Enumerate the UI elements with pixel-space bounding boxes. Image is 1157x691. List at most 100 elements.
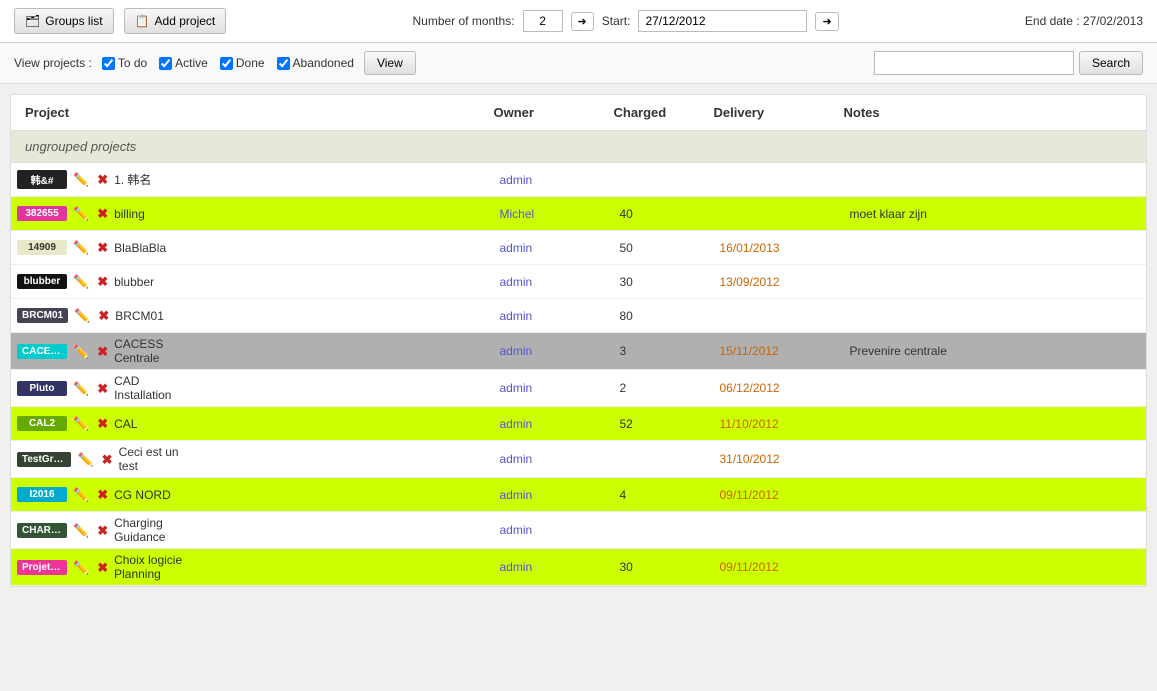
owner-cell: admin xyxy=(494,340,614,362)
project-name: billing xyxy=(114,207,145,221)
done-check[interactable]: Done xyxy=(220,56,265,70)
abandoned-check[interactable]: Abandoned xyxy=(277,56,354,70)
active-check[interactable]: Active xyxy=(159,56,208,70)
edit-button[interactable]: ✏️ xyxy=(71,417,91,430)
project-name: CAL xyxy=(114,417,137,431)
project-cell: 韩&# ✏️ ✖ 1. 韩名 xyxy=(11,166,191,193)
project-tag[interactable]: I2016 xyxy=(17,487,67,502)
project-cell: Pluto✏️✖CAD Installation xyxy=(11,370,191,406)
project-tag[interactable]: BRCM01 xyxy=(17,308,68,323)
charged-cell: 40 xyxy=(614,203,714,225)
project-name: CG NORD xyxy=(114,488,171,502)
edit-button[interactable]: ✏️ xyxy=(71,524,91,537)
delete-button[interactable]: ✖ xyxy=(95,275,110,288)
project-tag[interactable]: Pluto xyxy=(17,381,67,396)
table-row: CAL2✏️✖CALadmin5211/10/2012 xyxy=(11,407,1146,441)
abandoned-checkbox[interactable] xyxy=(277,57,290,70)
owner-cell: admin xyxy=(494,448,614,470)
delete-button[interactable]: ✖ xyxy=(95,241,110,254)
project-name: 1. 韩名 xyxy=(114,171,151,188)
col-notes: Notes xyxy=(844,105,1133,120)
table-row: blubber✏️✖blubberadmin3013/09/2012 xyxy=(11,265,1146,299)
owner-cell: admin xyxy=(494,377,614,399)
done-checkbox[interactable] xyxy=(220,57,233,70)
delivery-cell: 06/12/2012 xyxy=(714,377,844,399)
delete-button[interactable]: ✖ xyxy=(95,524,110,537)
edit-button[interactable]: ✏️ xyxy=(75,453,95,466)
project-tag[interactable]: TestGroupe xyxy=(17,452,71,467)
delivery-cell: 15/11/2012 xyxy=(714,340,844,362)
project-tag[interactable]: blubber xyxy=(17,274,67,289)
project-name: blubber xyxy=(114,275,154,289)
project-name: BlaBlaBla xyxy=(114,241,166,255)
project-tag[interactable]: Projet_1_F xyxy=(17,560,67,575)
delete-button[interactable]: ✖ xyxy=(95,207,110,220)
notes-cell xyxy=(844,491,1147,499)
delivery-cell: 09/11/2012 xyxy=(714,556,844,578)
top-bar: 🗂 Groups list 📋 Add project Number of mo… xyxy=(0,0,1157,43)
todo-checkbox[interactable] xyxy=(102,57,115,70)
start-date-arrow-button[interactable]: ➜ xyxy=(815,12,838,31)
notes-cell xyxy=(844,244,1147,252)
table-body: ungrouped projects韩&#✏️✖1. 韩名admin382655… xyxy=(11,131,1146,586)
edit-button[interactable]: ✏️ xyxy=(71,382,91,395)
charged-cell: 80 xyxy=(614,305,714,327)
table-row: 382655✏️✖billingMichel40moet klaar zijn xyxy=(11,197,1146,231)
edit-button[interactable]: ✏️ xyxy=(71,561,91,574)
owner-cell: admin xyxy=(494,237,614,259)
months-arrow-button[interactable]: ➜ xyxy=(571,12,594,31)
notes-cell: moet klaar zijn xyxy=(844,203,1147,225)
end-date: End date : 27/02/2013 xyxy=(1025,14,1143,28)
active-checkbox[interactable] xyxy=(159,57,172,70)
delete-button[interactable]: ✖ xyxy=(95,173,110,186)
charged-cell: 2 xyxy=(614,377,714,399)
col-charged: Charged xyxy=(614,105,714,120)
table-row: CACESS✏️✖CACESS Centraleadmin315/11/2012… xyxy=(11,333,1146,370)
projects-table: Project Owner Charged Delivery Notes ung… xyxy=(10,94,1147,587)
project-name: Choix logicie Planning xyxy=(114,553,185,581)
search-input[interactable] xyxy=(874,51,1074,75)
edit-button[interactable]: ✏️ xyxy=(71,207,91,220)
table-row: I2016✏️✖CG NORDadmin409/11/2012 xyxy=(11,478,1146,512)
todo-check[interactable]: To do xyxy=(102,56,147,70)
view-button[interactable]: View xyxy=(364,51,416,75)
add-project-button[interactable]: 📋 Add project xyxy=(124,8,227,34)
delivery-cell xyxy=(714,312,844,320)
edit-button[interactable]: ✏️ xyxy=(71,241,91,254)
charged-cell xyxy=(614,176,714,184)
delete-button[interactable]: ✖ xyxy=(95,417,110,430)
months-input[interactable] xyxy=(523,10,563,32)
search-button[interactable]: Search xyxy=(1079,51,1143,75)
edit-button[interactable]: ✏️ xyxy=(71,488,91,501)
delete-button[interactable]: ✖ xyxy=(100,453,115,466)
charged-cell xyxy=(614,526,714,534)
groups-list-button[interactable]: 🗂 Groups list xyxy=(14,8,114,34)
project-tag[interactable]: CAL2 xyxy=(17,416,67,431)
start-date-input[interactable] xyxy=(638,10,807,32)
notes-cell: Prevenire centrale xyxy=(844,340,1147,362)
charged-cell: 3 xyxy=(614,340,714,362)
charged-cell xyxy=(614,455,714,463)
owner-cell: admin xyxy=(494,556,614,578)
project-cell: blubber ✏️ ✖ blubber xyxy=(11,270,191,293)
delete-button[interactable]: ✖ xyxy=(96,309,111,322)
delete-button[interactable]: ✖ xyxy=(95,488,110,501)
edit-button[interactable]: ✏️ xyxy=(72,309,92,322)
table-row: 韩&#✏️✖1. 韩名admin xyxy=(11,163,1146,197)
project-tag[interactable]: 韩&# xyxy=(17,170,67,189)
project-cell: BRCM01 ✏️ ✖ BRCM01 xyxy=(11,304,191,327)
edit-button[interactable]: ✏️ xyxy=(71,275,91,288)
charged-cell: 30 xyxy=(614,556,714,578)
project-tag[interactable]: CHARGE1 xyxy=(17,523,67,538)
project-tag[interactable]: 14909 xyxy=(17,240,67,255)
edit-button[interactable]: ✏️ xyxy=(71,345,91,358)
edit-button[interactable]: ✏️ xyxy=(71,173,91,186)
project-tag[interactable]: 382655 xyxy=(17,206,67,221)
delivery-cell: 31/10/2012 xyxy=(714,448,844,470)
delete-button[interactable]: ✖ xyxy=(95,382,110,395)
delete-button[interactable]: ✖ xyxy=(95,345,110,358)
delete-button[interactable]: ✖ xyxy=(95,561,110,574)
charged-cell: 30 xyxy=(614,271,714,293)
project-tag[interactable]: CACESS xyxy=(17,344,67,359)
project-name: BRCM01 xyxy=(115,309,164,323)
